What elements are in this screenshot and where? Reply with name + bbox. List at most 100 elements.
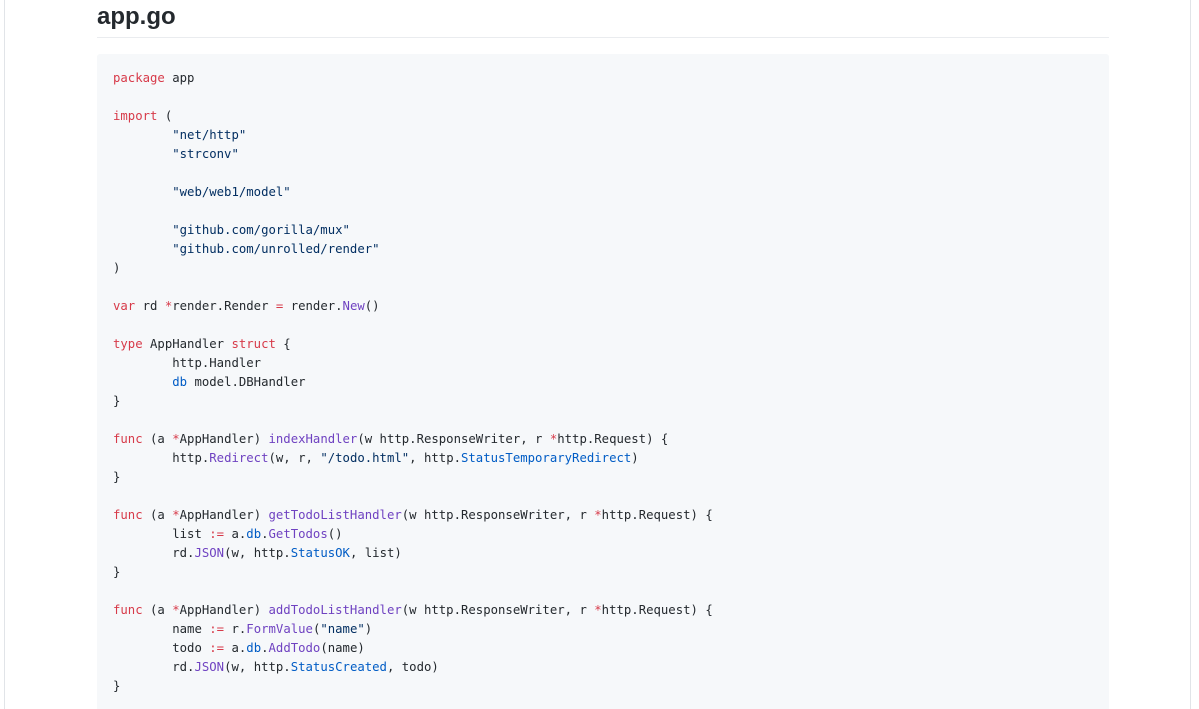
code-token: var: [113, 299, 136, 313]
code-token: (w, r,: [268, 451, 321, 465]
code-token: GetTodos: [268, 527, 328, 541]
code-line: rd.JSON(w, http.StatusOK, list): [113, 544, 1093, 563]
code-token: AddTodo: [268, 641, 321, 655]
code-token: "/todo.html": [320, 451, 410, 465]
code-token: *: [594, 603, 602, 617]
code-token: , todo): [386, 660, 439, 674]
code-token: render.: [283, 299, 343, 313]
code-token: http.Handler: [113, 356, 262, 370]
code-token: AppHandler): [179, 432, 269, 446]
code-token: :=: [209, 622, 225, 636]
code-token: list: [113, 527, 210, 541]
code-line: var rd *render.Render = render.New(): [113, 297, 1093, 316]
code-token: .: [261, 527, 269, 541]
code-lines: package app import ( "net/http" "strconv…: [113, 69, 1093, 696]
code-token: "github.com/unrolled/render": [172, 242, 380, 256]
code-token: type: [113, 337, 143, 351]
code-token: (w, http.: [224, 660, 291, 674]
code-token: (name): [320, 641, 365, 655]
code-token: , http.: [409, 451, 461, 465]
markdown-page: app.go package app import ( "net/http" "…: [0, 0, 1199, 709]
code-token: func: [113, 508, 143, 522]
code-token: a.: [224, 527, 247, 541]
code-line: http.Redirect(w, r, "/todo.html", http.S…: [113, 449, 1093, 468]
code-token: struct: [231, 337, 276, 351]
code-token: r.: [224, 622, 247, 636]
code-token: http.Request) {: [557, 432, 669, 446]
code-token: func: [113, 603, 143, 617]
code-line: list := a.db.GetTodos(): [113, 525, 1093, 544]
code-token: "github.com/gorilla/mux": [172, 223, 350, 237]
code-token: StatusOK: [290, 546, 350, 560]
code-line: import (: [113, 107, 1093, 126]
code-token: }: [113, 565, 121, 579]
code-token: JSON: [194, 546, 225, 560]
code-token: getTodoListHandler: [268, 508, 402, 522]
code-token: (: [157, 109, 173, 123]
code-token: (a: [142, 603, 173, 617]
code-token: ): [364, 622, 373, 636]
code-token: db: [246, 641, 262, 655]
code-token: (w, http.: [224, 546, 291, 560]
code-token: app: [164, 71, 195, 85]
code-token: "web/web1/model": [172, 185, 291, 199]
code-token: AppHandler): [179, 508, 269, 522]
code-line: ): [113, 259, 1093, 278]
code-token: JSON: [194, 660, 225, 674]
code-token: a.: [224, 641, 247, 655]
code-token: rd.: [113, 546, 195, 560]
code-token: rd.: [113, 660, 195, 674]
code-token: AppHandler): [179, 603, 269, 617]
code-token: *: [594, 508, 602, 522]
code-token: FormValue: [246, 622, 313, 636]
code-token: (w http.ResponseWriter, r: [401, 508, 595, 522]
code-token: db: [246, 527, 262, 541]
code-token: "net/http": [172, 128, 247, 142]
code-line: func (a *AppHandler) indexHandler(w http…: [113, 430, 1093, 449]
code-token: , list): [349, 546, 402, 560]
code-token: (w http.ResponseWriter, r: [401, 603, 595, 617]
code-token: (w http.ResponseWriter, r: [357, 432, 550, 446]
code-token: (a: [142, 508, 173, 522]
code-token: :=: [209, 641, 225, 655]
code-line: name := r.FormValue("name"): [113, 620, 1093, 639]
code-line: }: [113, 563, 1093, 582]
code-line: db model.DBHandler: [113, 373, 1093, 392]
code-token: StatusTemporaryRedirect: [461, 451, 632, 465]
code-token: *: [172, 508, 180, 522]
code-token: Redirect: [209, 451, 269, 465]
code-token: "name": [320, 622, 365, 636]
content-right-border: [1190, 0, 1191, 709]
code-token: import: [113, 109, 158, 123]
code-line: http.Handler: [113, 354, 1093, 373]
code-token: todo: [113, 641, 210, 655]
code-token: (): [327, 527, 343, 541]
code-token: :=: [209, 527, 225, 541]
content-left-border: [4, 0, 5, 709]
code-token: .: [261, 641, 269, 655]
code-block[interactable]: package app import ( "net/http" "strconv…: [97, 54, 1109, 709]
code-token: db: [172, 375, 188, 389]
code-token: New: [342, 299, 365, 313]
code-token: (): [364, 299, 380, 313]
code-token: rd: [135, 299, 165, 313]
code-token: ): [113, 261, 121, 275]
code-token: ): [631, 451, 639, 465]
code-token: StatusCreated: [290, 660, 387, 674]
code-token: "strconv": [172, 147, 239, 161]
code-token: package: [113, 71, 165, 85]
code-token: render.Render: [172, 299, 276, 313]
file-title: app.go: [97, 3, 176, 30]
code-line: func (a *AppHandler) getTodoListHandler(…: [113, 506, 1093, 525]
code-token: }: [113, 394, 121, 408]
code-line: }: [113, 468, 1093, 487]
code-token: http.: [113, 451, 210, 465]
title-divider: [97, 37, 1109, 38]
